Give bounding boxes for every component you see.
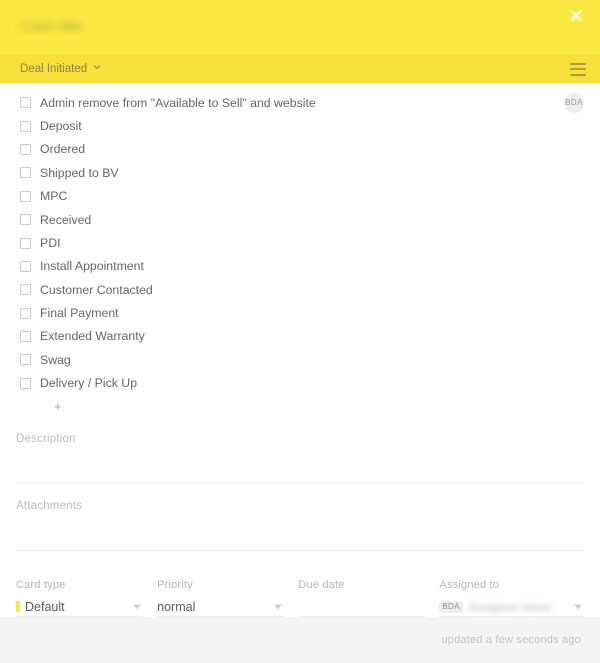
checklist-item-label: Swag (40, 352, 71, 367)
due-date-field: Due date (298, 579, 439, 617)
card-title: Card title (20, 18, 83, 35)
checklist-item[interactable]: Delivery / Pick Up (16, 372, 584, 395)
checkbox-icon[interactable] (20, 284, 31, 296)
description-input[interactable] (16, 445, 584, 469)
checklist-item-label: Ordered (40, 142, 86, 157)
card-type-select[interactable]: Default (16, 597, 144, 617)
card-detail-modal: Card title ✕ Deal Initiated Admin remove… (0, 0, 600, 663)
checkbox-icon[interactable] (20, 307, 31, 319)
checklist-item-label: Install Appointment (40, 259, 144, 274)
checkbox-icon[interactable] (20, 190, 31, 202)
assignee-initials-badge: BDA (439, 600, 463, 613)
checkbox-icon[interactable] (20, 331, 31, 343)
checklist-item-assignee-badge[interactable]: BDA (564, 92, 584, 113)
checklist-item-label: Shipped to BV (40, 165, 119, 180)
add-checklist-item-button[interactable]: + (16, 395, 584, 417)
attachments-list[interactable] (16, 512, 584, 536)
hamburger-menu-icon[interactable] (570, 62, 586, 76)
checkbox-icon[interactable] (20, 214, 31, 226)
checklist-item-label: MPC (40, 189, 68, 204)
checklist-item[interactable]: Ordered (16, 138, 584, 161)
card-type-field: Card type Default (16, 579, 157, 617)
description-section: Description (16, 433, 584, 485)
checklist-item[interactable]: MPC (16, 185, 584, 208)
checklist-item[interactable]: Install Appointment (16, 255, 584, 278)
checklist-item-label: Extended Warranty (40, 329, 145, 344)
checklist-item[interactable]: Admin remove from "Available to Sell" an… (16, 91, 584, 114)
caret-down-icon (274, 604, 283, 609)
card-footer: updated a few seconds ago (0, 617, 600, 663)
priority-select[interactable]: normal (157, 597, 285, 617)
checklist-item[interactable]: Extended Warranty (16, 325, 584, 348)
checkbox-icon[interactable] (20, 167, 31, 179)
chevron-down-icon (93, 63, 101, 71)
list-select-label: Deal Initiated (20, 63, 88, 75)
description-label: Description (16, 433, 76, 446)
checklist-item-label: Received (40, 212, 92, 227)
checklist-item[interactable]: Final Payment (16, 302, 584, 325)
priority-label: Priority (157, 579, 193, 591)
assigned-to-field: Assigned to BDA Assignee name (439, 579, 585, 617)
checklist-item-label: Final Payment (40, 306, 119, 321)
card-type-label: Card type (16, 579, 66, 591)
close-icon[interactable]: ✕ (562, 2, 590, 30)
assigned-to-label: Assigned to (439, 579, 500, 591)
attachments-divider (16, 550, 584, 552)
caret-down-icon (133, 604, 142, 609)
hamburger-bar (570, 62, 586, 65)
card-type-value: Default (25, 599, 65, 614)
priority-field: Priority normal (157, 579, 298, 617)
checkbox-icon[interactable] (20, 97, 31, 109)
due-date-label: Due date (298, 579, 345, 591)
checkbox-icon[interactable] (20, 354, 31, 366)
checklist-item-label: Customer Contacted (40, 282, 153, 297)
checklist-item[interactable]: Deposit (16, 114, 584, 137)
checklist-item[interactable]: Swag (16, 348, 584, 371)
updated-timestamp: updated a few seconds ago (441, 634, 581, 646)
checkbox-icon[interactable] (20, 260, 31, 272)
checklist-item[interactable]: Received (16, 208, 584, 231)
list-select-deal-initiated[interactable]: Deal Initiated (20, 63, 101, 75)
card-toolbar: Deal Initiated (0, 55, 600, 83)
card-type-color-swatch (16, 601, 20, 612)
description-divider (16, 483, 584, 485)
assigned-to-select[interactable]: BDA Assignee name (439, 597, 585, 617)
attachments-label: Attachments (16, 500, 83, 513)
caret-down-icon (574, 604, 583, 609)
meta-fields-row: Card type Default Priority normal Due da… (0, 579, 600, 617)
priority-value: normal (157, 599, 196, 614)
checklist-item[interactable]: Customer Contacted (16, 278, 584, 301)
checkbox-icon[interactable] (20, 120, 31, 132)
hamburger-bar (570, 68, 586, 70)
checklist: Admin remove from "Available to Sell" an… (16, 91, 584, 395)
checklist-item[interactable]: PDI (16, 231, 584, 254)
attachments-section: Attachments (16, 500, 584, 552)
checklist-item-label: Delivery / Pick Up (40, 376, 138, 391)
card-body: Admin remove from "Available to Sell" an… (0, 83, 600, 559)
assignee-name: Assignee name (468, 599, 552, 614)
checkbox-icon[interactable] (20, 143, 31, 155)
hamburger-bar (570, 73, 586, 76)
due-date-input[interactable] (298, 597, 426, 617)
checkbox-icon[interactable] (20, 377, 31, 389)
card-header: Card title ✕ (0, 0, 600, 55)
checklist-item-label: PDI (40, 235, 61, 250)
checkbox-icon[interactable] (20, 237, 31, 249)
checklist-item-label: Admin remove from "Available to Sell" an… (40, 95, 316, 110)
checklist-item-label: Deposit (40, 118, 82, 133)
checklist-item[interactable]: Shipped to BV (16, 161, 584, 184)
